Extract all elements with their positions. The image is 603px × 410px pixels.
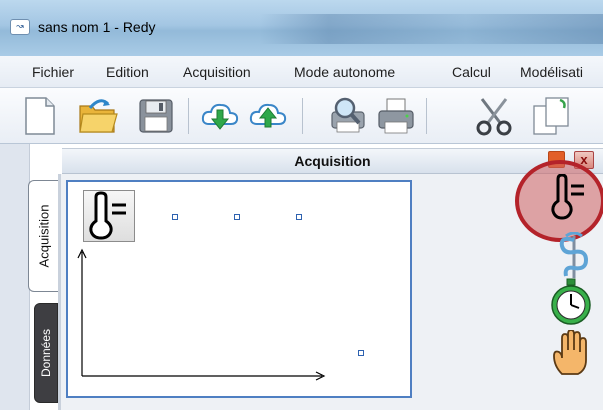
upload-cloud-icon[interactable] bbox=[248, 96, 288, 136]
stopwatch-icon[interactable] bbox=[548, 278, 594, 331]
menu-mode-autonome[interactable]: Mode autonome bbox=[294, 64, 395, 80]
selection-handle[interactable] bbox=[172, 214, 178, 220]
selection-handle[interactable] bbox=[358, 350, 364, 356]
title-bar-glass bbox=[260, 14, 603, 44]
copy-icon[interactable] bbox=[530, 96, 570, 136]
thermometer-icon bbox=[89, 191, 126, 240]
selection-handle[interactable] bbox=[296, 214, 302, 220]
tab-donnees[interactable]: Données bbox=[34, 303, 58, 403]
toolbar bbox=[0, 88, 603, 144]
menu-modelisation[interactable]: Modélisati bbox=[520, 64, 583, 80]
thermometer-sensor-button[interactable] bbox=[83, 190, 135, 242]
panel-header: Acquisition bbox=[62, 148, 603, 174]
title-bar: ↝ sans nom 1 - Redy bbox=[0, 0, 603, 56]
scissors-icon[interactable] bbox=[474, 96, 514, 136]
menu-fichier[interactable]: Fichier bbox=[32, 64, 74, 80]
save-disk-icon[interactable] bbox=[136, 96, 176, 136]
download-cloud-icon[interactable] bbox=[200, 96, 240, 136]
hand-icon[interactable] bbox=[550, 329, 592, 381]
app-icon[interactable]: ↝ bbox=[10, 19, 30, 35]
print-preview-icon[interactable] bbox=[328, 96, 368, 136]
selection-handle[interactable] bbox=[234, 214, 240, 220]
menu-acquisition[interactable]: Acquisition bbox=[183, 64, 251, 80]
tab-acquisition-label: Acquisition bbox=[36, 204, 51, 268]
open-folder-icon[interactable] bbox=[78, 96, 118, 136]
tab-donnees-label: Données bbox=[39, 328, 53, 378]
new-document-icon[interactable] bbox=[20, 96, 60, 136]
toolbar-separator bbox=[188, 98, 189, 134]
toolbar-separator bbox=[426, 98, 427, 134]
printer-icon[interactable] bbox=[376, 96, 416, 136]
tab-acquisition[interactable]: Acquisition bbox=[28, 180, 58, 292]
menu-calcul[interactable]: Calcul bbox=[452, 64, 491, 80]
toolbar-separator bbox=[302, 98, 303, 134]
panel-title: Acquisition bbox=[294, 153, 371, 169]
thermometer-icon[interactable] bbox=[548, 173, 588, 225]
side-tab-strip bbox=[0, 144, 30, 410]
panel-edge bbox=[58, 174, 61, 410]
menu-edition[interactable]: Edition bbox=[106, 64, 149, 80]
menu-bar: Fichier Edition Acquisition Mode autonom… bbox=[0, 56, 603, 88]
window-title: sans nom 1 - Redy bbox=[38, 19, 156, 35]
